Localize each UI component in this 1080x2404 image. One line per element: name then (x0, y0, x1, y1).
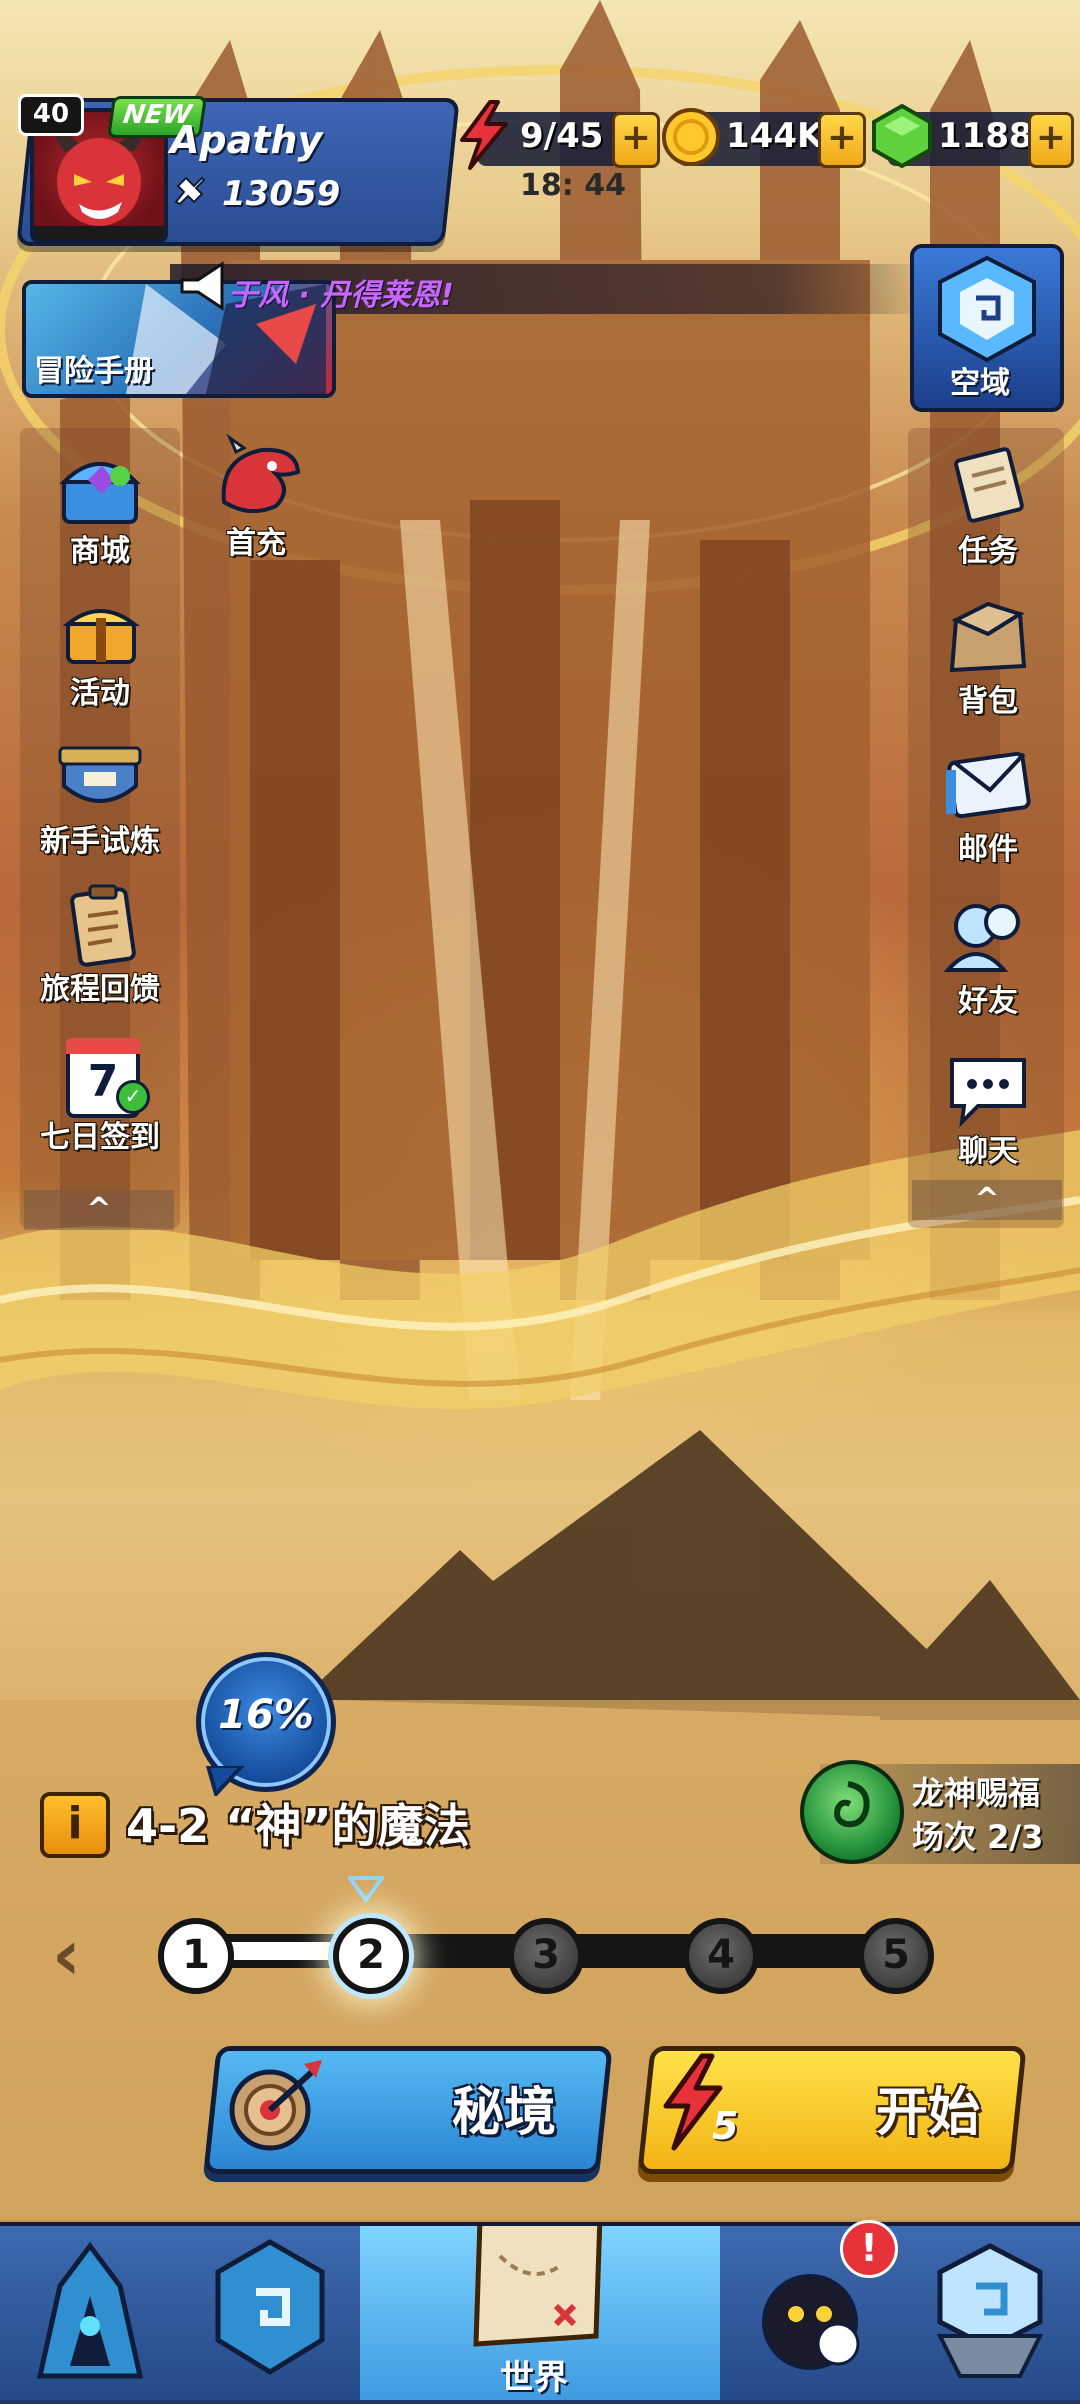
dragon-blessing-count: 场次 2/3 (912, 1818, 1044, 1856)
green-gem-icon (872, 104, 932, 168)
gem-value: 1188 (938, 116, 1033, 156)
bag-label: 背包 (958, 684, 1018, 719)
dragon-blessing-orb-icon (800, 1760, 904, 1864)
handbook-label: 冒险手册 (34, 354, 154, 389)
current-stage-pointer-icon (348, 1876, 384, 1904)
friends-button[interactable]: 好友 (918, 892, 1058, 1020)
sky-domain-label: 空域 (950, 366, 1010, 401)
mail-label: 邮件 (958, 832, 1018, 867)
energy-refill-timer: 18: 44 (520, 168, 626, 203)
tasks-label: 任务 (958, 534, 1018, 569)
stage-title: 4-2 “神”的魔法 (126, 1799, 470, 1853)
gold-coin-icon (662, 108, 720, 166)
floating-island-icon (936, 2243, 1044, 2378)
shop-label: 商城 (70, 534, 130, 569)
chat-button[interactable]: 聊天 (918, 1046, 1058, 1170)
scroll-icon (954, 447, 1024, 523)
novice-trial-button[interactable]: 新手试炼 (30, 736, 170, 860)
events-button[interactable]: 活动 (30, 588, 170, 712)
stage-node-5[interactable]: 5 (858, 1918, 934, 1994)
chat-label: 聊天 (958, 1134, 1018, 1169)
guild-alert-badge: ! (840, 2220, 898, 2278)
stage-node-3[interactable]: 3 (508, 1918, 584, 1994)
tasks-button[interactable]: 任务 (918, 440, 1058, 570)
nav-tab-base[interactable] (900, 2226, 1080, 2400)
dark-knight-icon (36, 2241, 144, 2379)
first-recharge-label: 首充 (226, 526, 286, 561)
shield-badge-icon (58, 746, 142, 803)
stage-node-4[interactable]: 4 (683, 1918, 759, 1994)
novice-trial-label: 新手试炼 (40, 824, 160, 859)
player-level-badge: 40 (18, 94, 84, 136)
events-label: 活动 (70, 676, 130, 711)
add-gold-button[interactable]: + (818, 112, 866, 168)
backpack-icon (949, 601, 1027, 673)
dragon-blessing-title: 龙神赐福 (912, 1774, 1041, 1812)
friends-icon (943, 904, 1020, 972)
friends-label: 好友 (958, 984, 1018, 1019)
chapter-progress-value: 16% (218, 1692, 314, 1738)
gift-chest-icon (62, 609, 140, 664)
crystal-emblem-icon (938, 255, 1036, 363)
journey-feedback-button[interactable]: 旅程回馈 (30, 882, 170, 1008)
clipboard-icon (70, 884, 136, 967)
nav-tab-crystal[interactable] (180, 2226, 363, 2400)
bag-button[interactable]: 背包 (918, 590, 1058, 720)
chat-bubble-icon (950, 1058, 1026, 1128)
stage-node-2[interactable]: 2 (333, 1918, 409, 1994)
add-gem-button[interactable]: + (1028, 112, 1074, 168)
stage-info-button[interactable]: i (40, 1792, 110, 1858)
start-energy-cost: 5 (712, 2104, 739, 2148)
combat-power-icon (174, 176, 206, 206)
prev-chapter-button[interactable]: ‹ (52, 1920, 102, 1990)
right-menu-collapse-button[interactable]: ^ (912, 1180, 1062, 1220)
checkmark-icon: ✓ (116, 1080, 150, 1114)
megaphone-icon (180, 261, 224, 311)
shop-button[interactable]: 商城 (30, 440, 170, 570)
gold-value: 144K (726, 116, 824, 156)
energy-bolt-icon (460, 100, 508, 170)
nav-tab-world-label: 世界 (500, 2358, 568, 2398)
crystal-shield-icon (215, 2239, 325, 2375)
seven-day-checkin-button[interactable]: 7 ✓ 七日签到 (30, 1030, 170, 1156)
first-recharge-button[interactable]: 首充 (186, 432, 326, 562)
announcement-text: 于风 · 丹得莱恩! (228, 278, 454, 313)
mail-button[interactable]: 邮件 (918, 740, 1058, 868)
left-menu-collapse-button[interactable]: ^ (24, 1190, 174, 1230)
calendar-icon: 7 ✓ (50, 1030, 150, 1118)
secret-realm-label: 秘境 (452, 2083, 557, 2143)
add-energy-button[interactable]: + (612, 112, 660, 168)
journey-feedback-label: 旅程回馈 (40, 972, 160, 1007)
energy-value: 9/45 (520, 116, 604, 156)
target-arrow-icon (229, 2060, 322, 2151)
combat-power-value: 13059 (222, 174, 341, 214)
nav-tab-heroes[interactable] (0, 2226, 183, 2400)
envelope-icon (946, 751, 1031, 819)
start-battle-label: 开始 (876, 2083, 981, 2143)
seven-day-checkin-label: 七日签到 (40, 1120, 160, 1155)
player-name: Apathy (170, 118, 323, 162)
stage-node-1[interactable]: 1 (158, 1918, 234, 1994)
treasure-chest-icon (59, 462, 141, 524)
red-dragon-head-icon (221, 433, 301, 514)
